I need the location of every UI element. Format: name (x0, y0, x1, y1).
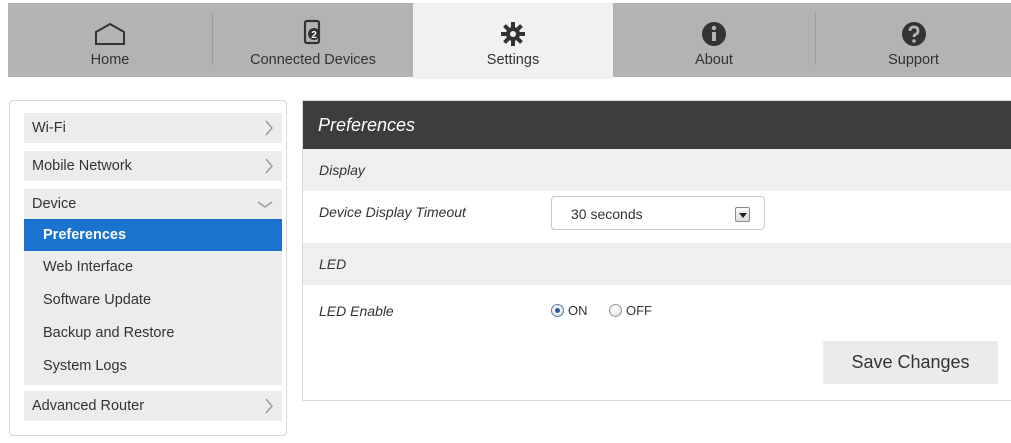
sidebar-subitem-web-interface[interactable]: Web Interface (24, 251, 282, 284)
gear-icon (500, 3, 526, 47)
question-icon (901, 3, 927, 47)
display-timeout-row: Device Display Timeout 30 seconds (303, 191, 1011, 243)
dropdown-arrow-icon (735, 207, 750, 222)
radio-label: ON (568, 303, 588, 318)
radio-checked-icon (551, 304, 564, 317)
save-changes-button[interactable]: Save Changes (823, 341, 998, 384)
tab-label: Support (888, 52, 939, 68)
sidebar-item-mobile-network[interactable]: Mobile Network (24, 151, 282, 181)
sidebar-group-device: Device Preferences Web Interface Softwar… (24, 189, 282, 385)
sidebar-item-label: Advanced Router (32, 398, 145, 414)
tab-support[interactable]: Support (816, 3, 1011, 77)
led-enable-label: LED Enable (319, 303, 394, 319)
settings-sidebar: Wi-Fi Mobile Network Device Preferences … (9, 100, 287, 436)
sidebar-item-label: Mobile Network (32, 158, 132, 174)
led-off-radio[interactable]: OFF (609, 303, 652, 318)
chevron-right-icon (264, 113, 274, 154)
top-navigation: Home 2 Connected Devices Settings About … (8, 3, 1011, 79)
info-icon (701, 3, 727, 47)
tab-about[interactable]: About (613, 3, 815, 77)
led-on-radio[interactable]: ON (551, 303, 588, 318)
sidebar-item-wifi[interactable]: Wi-Fi (24, 113, 282, 143)
radio-unchecked-icon (609, 304, 622, 317)
sidebar-item-label: Device (32, 196, 77, 212)
sidebar-item-label: Wi-Fi (32, 120, 66, 136)
tab-label: Home (90, 52, 130, 68)
sidebar-subitem-preferences[interactable]: Preferences (24, 219, 282, 251)
sidebar-item-advanced-router[interactable]: Advanced Router (24, 391, 282, 421)
device-count-icon: 2 (302, 3, 324, 47)
preferences-panel: Preferences Display Device Display Timeo… (302, 100, 1011, 401)
sidebar-item-device[interactable]: Device (24, 189, 282, 219)
tab-home[interactable]: Home (8, 3, 212, 77)
chevron-down-icon (256, 189, 274, 230)
tab-label: Connected Devices (250, 52, 376, 68)
home-icon (93, 3, 127, 47)
tab-label: Settings (486, 52, 540, 68)
section-header-led: LED (303, 243, 1011, 285)
display-timeout-value: 30 seconds (571, 206, 643, 222)
tab-label: About (695, 52, 733, 68)
page-title: Preferences (303, 101, 1011, 149)
sidebar-subitem-software-update[interactable]: Software Update (24, 284, 282, 317)
connected-count-badge: 2 (311, 30, 317, 41)
radio-label: OFF (626, 303, 652, 318)
chevron-right-icon (264, 391, 274, 432)
display-timeout-label: Device Display Timeout (319, 204, 466, 220)
tab-settings[interactable]: Settings (413, 3, 613, 79)
sidebar-subitem-system-logs[interactable]: System Logs (24, 350, 282, 383)
section-header-display: Display (303, 149, 1011, 191)
chevron-right-icon (264, 151, 274, 192)
sidebar-subitem-backup-restore[interactable]: Backup and Restore (24, 317, 282, 350)
display-timeout-select[interactable]: 30 seconds (551, 196, 765, 230)
tab-connected-devices[interactable]: 2 Connected Devices (213, 3, 413, 77)
